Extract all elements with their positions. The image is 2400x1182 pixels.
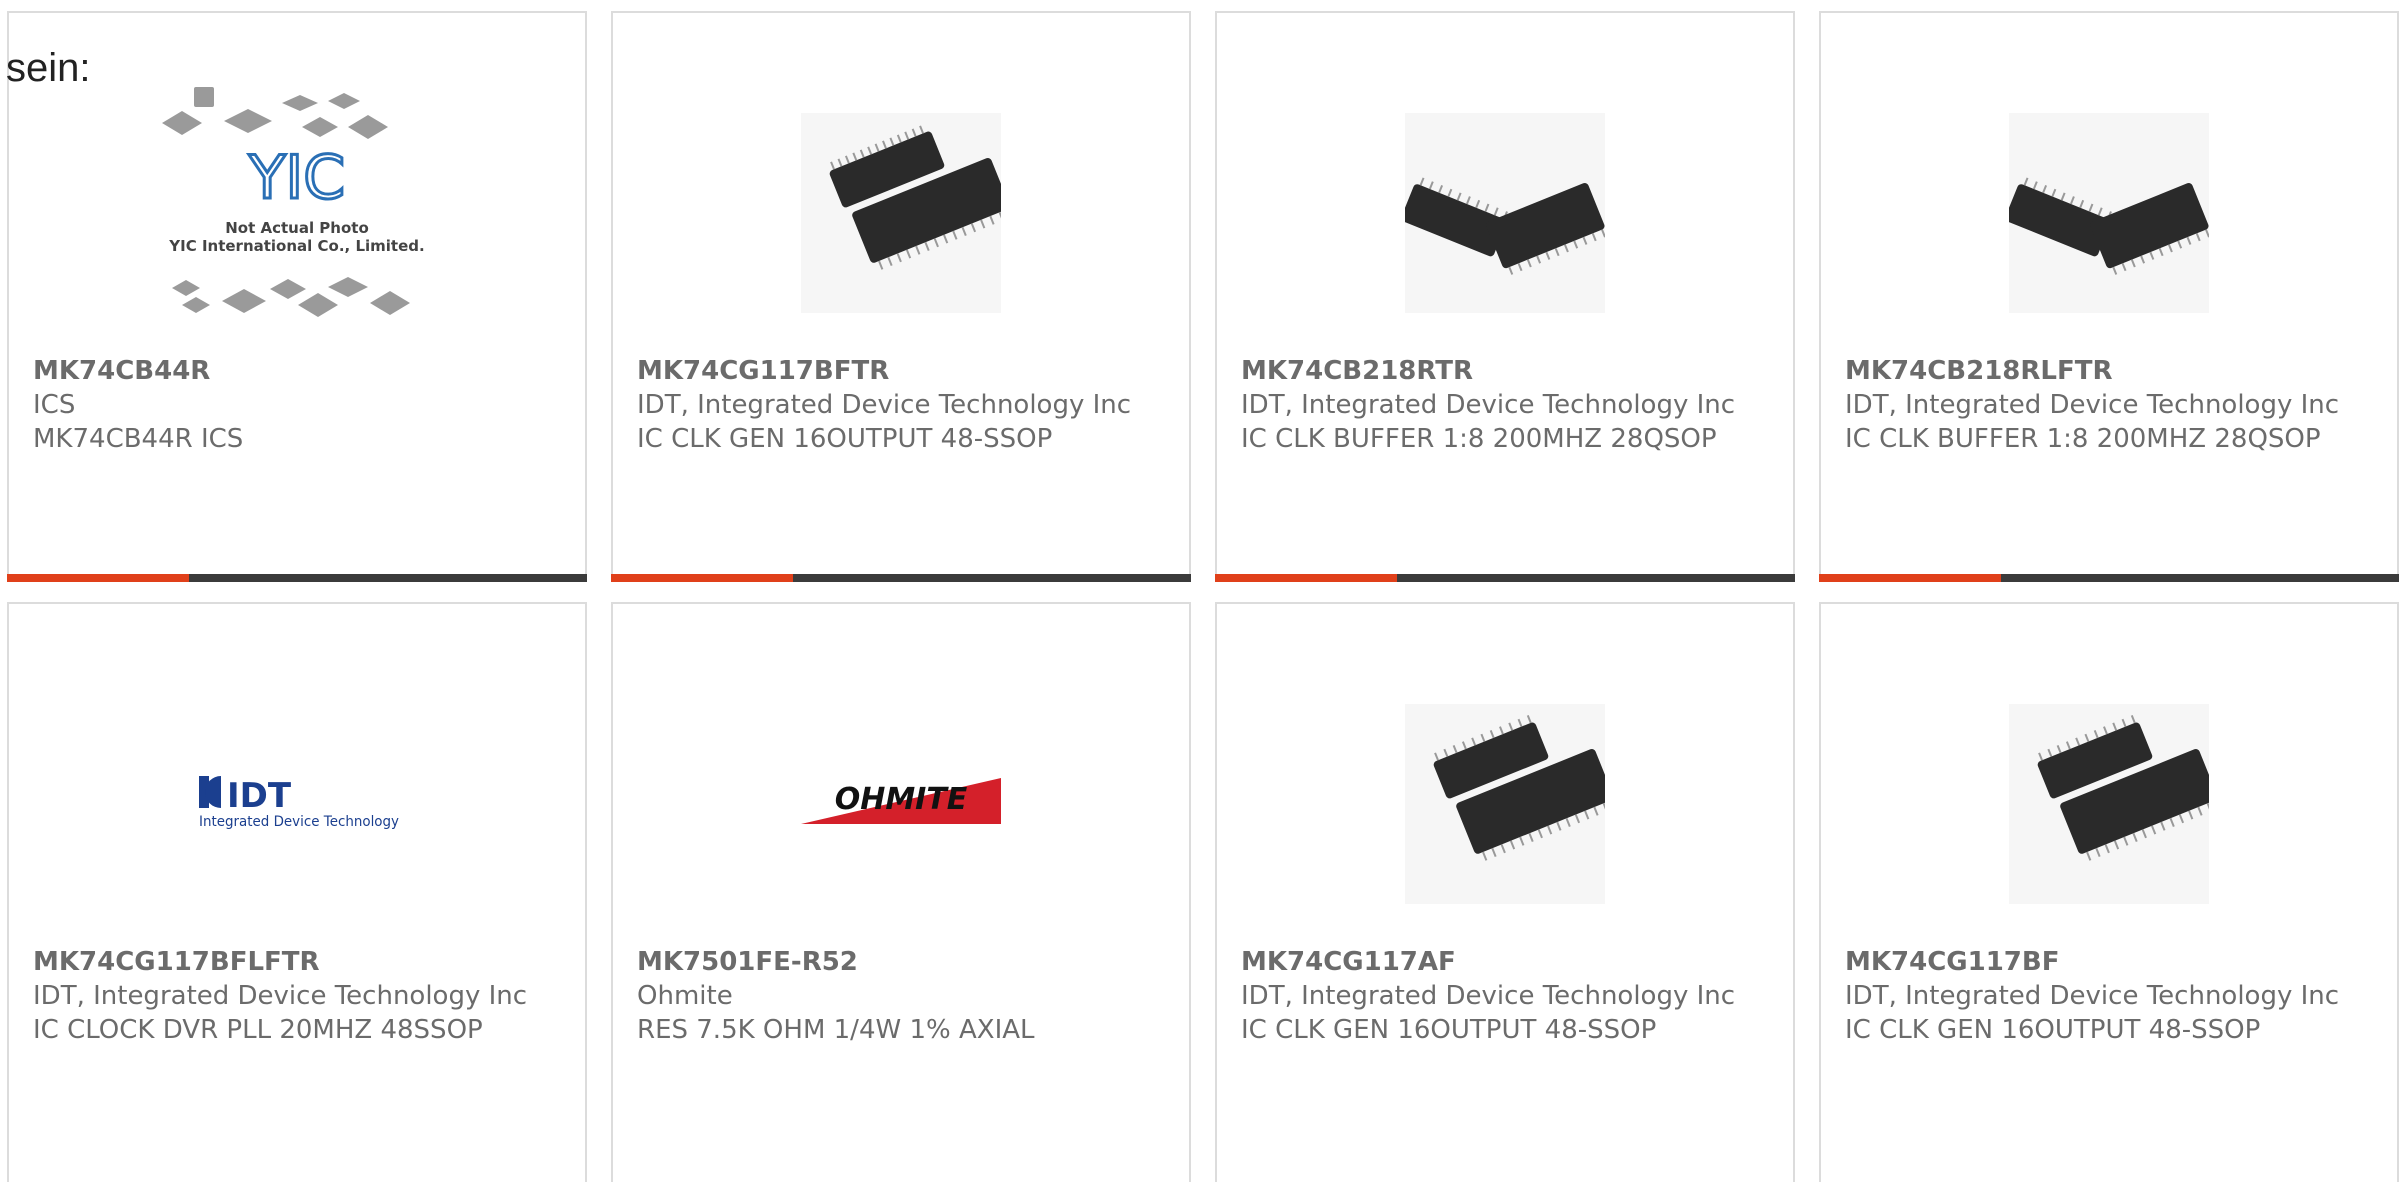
product-info: MK7501FE-R52 Ohmite RES 7.5K OHM 1/4W 1%… bbox=[637, 945, 1169, 1047]
description: IC CLK BUFFER 1:8 200MHZ 28QSOP bbox=[1241, 424, 1717, 454]
product-info: MK74CG117BFTR IDT, Integrated Device Tec… bbox=[637, 354, 1169, 456]
manufacturer: IDT, Integrated Device Technology Inc bbox=[1241, 981, 1736, 1011]
product-card[interactable]: YIC Not Actual Photo YIC International C… bbox=[7, 11, 587, 582]
idt-logo-image: IDT Integrated Device Technology bbox=[199, 776, 399, 830]
manufacturer: IDT, Integrated Device Technology Inc bbox=[1845, 390, 2340, 420]
description: IC CLOCK DVR PLL 20MHZ 48SSOP bbox=[33, 1015, 483, 1045]
product-image[interactable]: OHMITE bbox=[613, 664, 1189, 944]
product-image[interactable] bbox=[1217, 664, 1793, 944]
description: MK74CB44R ICS bbox=[33, 424, 244, 454]
product-card[interactable]: MK74CB218RTR IDT, Integrated Device Tech… bbox=[1215, 11, 1795, 582]
description: IC CLK GEN 16OUTPUT 48-SSOP bbox=[637, 424, 1053, 454]
card-bottom-bar bbox=[1819, 574, 2399, 582]
manufacturer: IDT, Integrated Device Technology Inc bbox=[1241, 390, 1736, 420]
product-image[interactable]: IDT Integrated Device Technology bbox=[9, 664, 585, 944]
product-card[interactable]: OHMITE MK7501FE-R52 Ohmite RES 7.5K OHM … bbox=[611, 602, 1191, 1182]
ohmite-logo-image: OHMITE bbox=[801, 778, 1001, 824]
card-bar-accent bbox=[1819, 574, 2001, 582]
header-text: sein: bbox=[6, 46, 91, 90]
product-info: MK74CG117BFLFTR IDT, Integrated Device T… bbox=[33, 945, 565, 1047]
part-number[interactable]: MK74CG117BFTR bbox=[637, 354, 1169, 388]
part-number[interactable]: MK74CG117BFLFTR bbox=[33, 945, 565, 979]
manufacturer: ICS bbox=[33, 390, 76, 420]
chip-photo-image bbox=[1405, 113, 1605, 313]
card-bar-accent bbox=[7, 574, 189, 582]
part-number[interactable]: MK74CB44R bbox=[33, 354, 565, 388]
product-image[interactable] bbox=[613, 73, 1189, 353]
product-image[interactable] bbox=[1821, 73, 2397, 353]
card-bar-accent bbox=[1215, 574, 1397, 582]
card-bar-accent bbox=[611, 574, 793, 582]
yic-logo-text: YIC bbox=[248, 143, 345, 213]
chip-photo-image bbox=[2009, 704, 2209, 904]
card-bottom-bar bbox=[7, 574, 587, 582]
manufacturer: IDT, Integrated Device Technology Inc bbox=[1845, 981, 2340, 1011]
product-info: MK74CB44R ICS MK74CB44R ICS bbox=[33, 354, 565, 456]
description: IC CLK BUFFER 1:8 200MHZ 28QSOP bbox=[1845, 424, 2321, 454]
product-card[interactable]: MK74CB218RLFTR IDT, Integrated Device Te… bbox=[1819, 11, 2399, 582]
card-bottom-bar bbox=[1215, 574, 1795, 582]
part-number[interactable]: MK74CG117AF bbox=[1241, 945, 1773, 979]
part-number[interactable]: MK74CB218RTR bbox=[1241, 354, 1773, 388]
description: IC CLK GEN 16OUTPUT 48-SSOP bbox=[1241, 1015, 1657, 1045]
chip-photo-image bbox=[2009, 113, 2209, 313]
description: RES 7.5K OHM 1/4W 1% AXIAL bbox=[637, 1015, 1035, 1045]
product-card[interactable]: MK74CG117BF IDT, Integrated Device Techn… bbox=[1819, 602, 2399, 1182]
description: IC CLK GEN 16OUTPUT 48-SSOP bbox=[1845, 1015, 2261, 1045]
manufacturer: Ohmite bbox=[637, 981, 733, 1011]
product-card[interactable]: MK74CG117BFTR IDT, Integrated Device Tec… bbox=[611, 11, 1191, 582]
not-actual-photo-image: YIC Not Actual Photo YIC International C… bbox=[162, 87, 425, 317]
product-image[interactable]: YIC Not Actual Photo YIC International C… bbox=[9, 73, 585, 353]
image-caption-line1: Not Actual Photo bbox=[225, 219, 369, 237]
product-info: MK74CB218RTR IDT, Integrated Device Tech… bbox=[1241, 354, 1773, 456]
chip-photo-image bbox=[1405, 704, 1605, 904]
product-image[interactable] bbox=[1217, 73, 1793, 353]
product-image[interactable] bbox=[1821, 664, 2397, 944]
card-bottom-bar bbox=[611, 574, 1191, 582]
product-info: MK74CB218RLFTR IDT, Integrated Device Te… bbox=[1845, 354, 2377, 456]
ohmite-logo-text: OHMITE bbox=[835, 782, 968, 817]
part-number[interactable]: MK74CB218RLFTR bbox=[1845, 354, 2377, 388]
product-info: MK74CG117AF IDT, Integrated Device Techn… bbox=[1241, 945, 1773, 1047]
part-number[interactable]: MK74CG117BF bbox=[1845, 945, 2377, 979]
product-card[interactable]: IDT Integrated Device Technology MK74CG1… bbox=[7, 602, 587, 1182]
idt-logo-subtext: Integrated Device Technology bbox=[199, 814, 399, 830]
image-caption-line2: YIC International Co., Limited. bbox=[168, 237, 424, 255]
manufacturer: IDT, Integrated Device Technology Inc bbox=[637, 390, 1132, 420]
product-info: MK74CG117BF IDT, Integrated Device Techn… bbox=[1845, 945, 2377, 1047]
manufacturer: IDT, Integrated Device Technology Inc bbox=[33, 981, 528, 1011]
chip-photo-image bbox=[801, 113, 1001, 313]
idt-logo-text: IDT bbox=[227, 776, 292, 816]
part-number[interactable]: MK7501FE-R52 bbox=[637, 945, 1169, 979]
product-card[interactable]: MK74CG117AF IDT, Integrated Device Techn… bbox=[1215, 602, 1795, 1182]
